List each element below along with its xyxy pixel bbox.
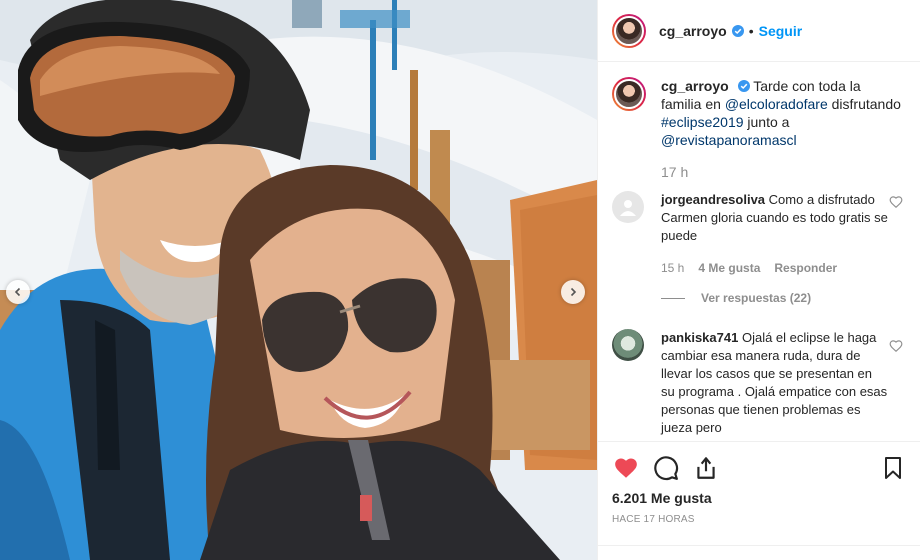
post-caption: cg_arroyo Tarde con toda la familia en @… [612,77,903,181]
commenter-avatar[interactable] [612,329,644,361]
replies-divider [661,297,685,299]
caption-mention[interactable]: @revistapanoramascl [661,132,797,148]
post-side-panel: cg_arroyo • Seguir cg_arroyo Tarde con t… [597,0,920,560]
caption-mention[interactable]: @elcoloradofare [725,96,828,112]
next-photo-button[interactable] [561,280,585,304]
previous-photo-button[interactable] [6,280,30,304]
caption-time[interactable]: 17 h [661,163,903,181]
save-button[interactable] [879,454,907,482]
caption-username[interactable]: cg_arroyo [661,78,729,94]
caption-text: disfrutando [831,96,901,112]
share-icon [697,457,715,479]
comment-like-icon[interactable] [889,195,903,209]
post-photo[interactable] [0,0,597,560]
comments-list[interactable]: cg_arroyo Tarde con toda la familia en @… [598,63,920,441]
share-button[interactable] [692,454,720,482]
commenter-username[interactable]: jorgeandresoliva [661,192,765,207]
comment-time[interactable]: 15 h [661,259,684,277]
user-placeholder-icon [620,200,636,216]
bookmark-icon [885,457,901,479]
view-replies-button[interactable]: Ver respuestas (22) [661,289,889,307]
comment-body: pankiska741 Ojalá el eclipse le haga cam… [661,329,889,437]
comment-meta: 15 h 4 Me gusta Responder [661,259,889,277]
separator-dot: • [748,22,754,39]
view-replies-label: Ver respuestas (22) [701,291,812,305]
comment-button[interactable] [652,454,680,482]
caption-avatar[interactable] [612,77,646,111]
post-timestamp[interactable]: HACE 17 HORAS [612,514,907,525]
action-icons [612,452,907,484]
verified-icon [737,80,750,92]
heart-icon [615,458,637,478]
chevron-right-icon [570,287,577,297]
comment-icon [654,456,679,481]
author-avatar[interactable] [612,13,646,48]
likes-count[interactable]: 6.201 Me gusta [612,490,907,506]
chevron-left-icon [14,287,21,297]
comment-item: pankiska741 Ojalá el eclipse le haga cam… [612,329,903,437]
commenter-avatar[interactable] [612,191,644,223]
post-header: cg_arroyo • Seguir [598,0,920,62]
caption-body: cg_arroyo Tarde con toda la familia en @… [661,77,903,181]
comment-body: jorgeandresoliva Como a disfrutado Carme… [661,191,889,307]
caption-hashtag[interactable]: #eclipse2019 [661,114,744,130]
caption-text: junto a [747,114,790,130]
selfie-illustration [0,0,597,560]
post-actions: 6.201 Me gusta HACE 17 HORAS [598,441,920,525]
commenter-username[interactable]: pankiska741 [661,330,738,345]
add-comment-area[interactable] [598,545,920,560]
verified-icon [731,24,744,37]
like-button[interactable] [612,454,640,482]
follow-button[interactable]: Seguir [759,23,803,39]
comment-text: Ojalá el eclipse le haga cambiar esa man… [661,330,888,435]
comment-like-icon[interactable] [889,339,903,353]
author-username[interactable]: cg_arroyo [659,23,727,39]
comment-item: jorgeandresoliva Como a disfrutado Carme… [612,191,903,307]
reply-button[interactable]: Responder [774,259,837,277]
comment-likes[interactable]: 4 Me gusta [698,259,760,277]
